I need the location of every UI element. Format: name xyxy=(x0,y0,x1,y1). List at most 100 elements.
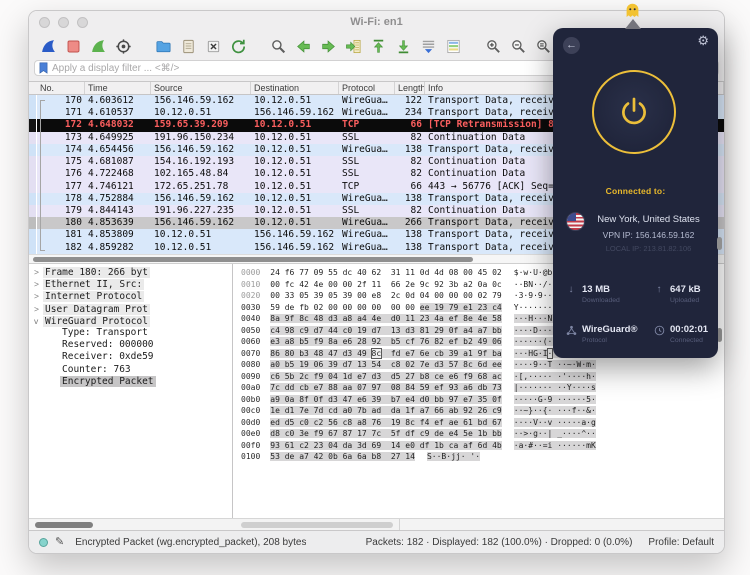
tree-row[interactable]: Reserved: 000000 xyxy=(29,339,232,351)
close-file-button[interactable] xyxy=(202,36,224,56)
hex-row-0080[interactable]: 0080 a0 b5 19 06 39 d7 13 54 c8 02 7e d3 … xyxy=(233,359,724,371)
cell-time: 4.722468 xyxy=(88,168,134,180)
power-button[interactable] xyxy=(592,70,676,154)
go-to-packet-button[interactable] xyxy=(342,36,364,56)
maximize-window-button[interactable] xyxy=(77,17,88,28)
hex-row-00d0[interactable]: 00d0 ed d5 c0 c2 56 c8 a8 76 19 8c f4 ef … xyxy=(233,417,724,429)
tree-hscrollbar-thumb[interactable] xyxy=(35,522,93,528)
cell-time: 4.853809 xyxy=(88,229,134,241)
open-file-button[interactable] xyxy=(152,36,174,56)
zoom-in-button[interactable] xyxy=(482,36,504,56)
status-right: Packets: 182 · Displayed: 182 (100.0%) ·… xyxy=(366,537,714,548)
zoom-reset-button[interactable] xyxy=(532,36,554,56)
column-header-time[interactable]: Time xyxy=(85,82,151,94)
cell-proto: TCP xyxy=(342,180,360,192)
cell-proto: WireGua… xyxy=(342,107,388,119)
tree-label: Type: Transport xyxy=(62,326,148,338)
cell-proto: TCP xyxy=(342,119,360,131)
pane-hscrollbar[interactable] xyxy=(29,518,724,530)
tree-label: Encrypted Packet xyxy=(60,375,156,387)
column-header-destination[interactable]: Destination xyxy=(251,82,339,94)
tree-row[interactable]: > Frame 180: 266 byt xyxy=(29,266,232,278)
stat-text: 13 MB Downloaded xyxy=(582,284,620,304)
back-button[interactable]: ← xyxy=(563,37,580,54)
tree-label: Reserved: 000000 xyxy=(62,339,154,351)
status-packet-counts: Packets: 182 · Displayed: 182 (100.0%) ·… xyxy=(365,536,633,548)
find-packet-button[interactable] xyxy=(267,36,289,56)
capture-options-icon xyxy=(115,38,131,54)
collapse-arrow-icon[interactable]: v xyxy=(34,315,43,327)
tree-row[interactable]: v WireGuard Protocol xyxy=(29,315,232,327)
hex-row-00b0[interactable]: 00b0 a9 0a 8f 0f d3 47 e6 39 b7 e4 d0 bb … xyxy=(233,394,724,406)
clock-icon xyxy=(653,324,665,344)
expand-arrow-icon[interactable]: > xyxy=(34,290,43,302)
cell-proto: SSL xyxy=(342,131,360,143)
column-header-protocol[interactable]: Protocol xyxy=(339,82,395,94)
colorize-button[interactable] xyxy=(442,36,464,56)
connection-stats: ↓ 13 MB Downloaded ↑ 647 kB Uploaded WireGuard… xyxy=(565,284,714,344)
settings-gear-icon[interactable]: ⚙ xyxy=(697,34,709,48)
tree-row[interactable]: > Ethernet II, Src: xyxy=(29,278,232,291)
restart-capture-button[interactable] xyxy=(87,36,109,56)
open-file-icon xyxy=(156,40,170,52)
tree-label: Counter: 763 xyxy=(62,363,131,375)
go-forward-button[interactable] xyxy=(317,36,339,56)
close-window-button[interactable] xyxy=(39,17,50,28)
scrollbar-divider xyxy=(399,519,400,530)
hex-row-00f0[interactable]: 00f0 93 61 c2 23 04 da 3d 69 14 e0 df 1b … xyxy=(233,440,724,452)
packet-list-vscrollbar-thumb[interactable] xyxy=(717,237,722,250)
hex-row-00e0[interactable]: 00e0 d8 c0 3e f9 67 87 17 7c 5f df c9 de … xyxy=(233,428,724,440)
hex-row-00c0[interactable]: 00c0 1e d1 7e 7d cd a0 7b ad da 1f a7 66 … xyxy=(233,405,724,417)
cyberghost-menubar-icon[interactable] xyxy=(624,2,641,18)
vpn-ip: VPN IP: 156.146.59.162 xyxy=(602,230,695,240)
minimize-window-button[interactable] xyxy=(58,17,69,28)
column-header-source[interactable]: Source xyxy=(151,82,251,94)
us-flag-icon xyxy=(566,212,585,231)
tree-row[interactable]: > User Datagram Prot xyxy=(29,303,232,315)
stop-capture-button[interactable] xyxy=(62,36,84,56)
cell-len: 82 xyxy=(410,156,422,168)
capture-comment-icon[interactable]: ✎ xyxy=(55,537,64,548)
hex-row-00a0[interactable]: 00a0 7c dd cb e7 88 aa 07 97 08 84 59 ef … xyxy=(233,382,724,394)
column-header-length[interactable]: Length xyxy=(395,82,425,94)
status-profile[interactable]: Profile: Default xyxy=(648,537,714,548)
cell-proto: SSL xyxy=(342,168,360,180)
hex-row-0100[interactable]: 0100 53 de a7 42 0b 6a 6a b8 27 14 S··B·jj… xyxy=(233,451,724,463)
tree-row[interactable]: Receiver: 0xde59 xyxy=(29,351,232,363)
column-header-no[interactable]: No. xyxy=(37,82,85,94)
auto-scroll-button[interactable] xyxy=(417,36,439,56)
capture-options-button[interactable] xyxy=(112,36,134,56)
bytes-hscrollbar-thumb[interactable] xyxy=(241,522,393,528)
save-file-button[interactable] xyxy=(177,36,199,56)
expand-arrow-icon[interactable]: > xyxy=(34,266,43,278)
go-first-button[interactable] xyxy=(367,36,389,56)
tree-row-selected[interactable]: Encrypted Packet xyxy=(29,375,232,388)
expert-info-icon[interactable] xyxy=(39,537,48,547)
protocol-nodes-icon xyxy=(565,324,577,344)
go-to-packet-icon xyxy=(345,39,360,53)
cell-proto: WireGua… xyxy=(342,143,388,155)
packet-list-minimap-scrollbar[interactable] xyxy=(29,95,36,254)
zoom-in-icon xyxy=(486,39,500,53)
tree-row[interactable]: Counter: 763 xyxy=(29,364,232,376)
expand-arrow-icon[interactable]: > xyxy=(34,278,43,290)
hex-row-0090[interactable]: 0090 c6 5b 2c f9 04 1d e7 d3 d5 27 b8 ce … xyxy=(233,371,724,383)
expand-arrow-icon[interactable]: > xyxy=(34,303,43,315)
cell-time: 4.648032 xyxy=(88,119,134,131)
cell-len: 122 xyxy=(404,95,422,106)
minimap-segment xyxy=(29,95,36,108)
stat-value: 647 kB xyxy=(670,284,701,295)
traffic-lights xyxy=(39,17,88,28)
packet-list-hscrollbar-thumb[interactable] xyxy=(33,257,473,262)
cell-dst: 156.146.59.162 xyxy=(254,107,335,119)
filter-bookmark-icon[interactable] xyxy=(39,62,48,74)
status-field-info: Encrypted Packet (wg.encrypted_packet), … xyxy=(75,536,307,548)
tree-row[interactable]: Type: Transport xyxy=(29,327,232,339)
go-last-button[interactable] xyxy=(392,36,414,56)
zoom-out-button[interactable] xyxy=(507,36,529,56)
start-capture-button[interactable] xyxy=(37,36,59,56)
go-back-button[interactable] xyxy=(292,36,314,56)
tree-row[interactable]: > Internet Protocol xyxy=(29,290,232,303)
related-packets-bracket xyxy=(40,100,45,251)
reload-file-button[interactable] xyxy=(227,36,249,56)
